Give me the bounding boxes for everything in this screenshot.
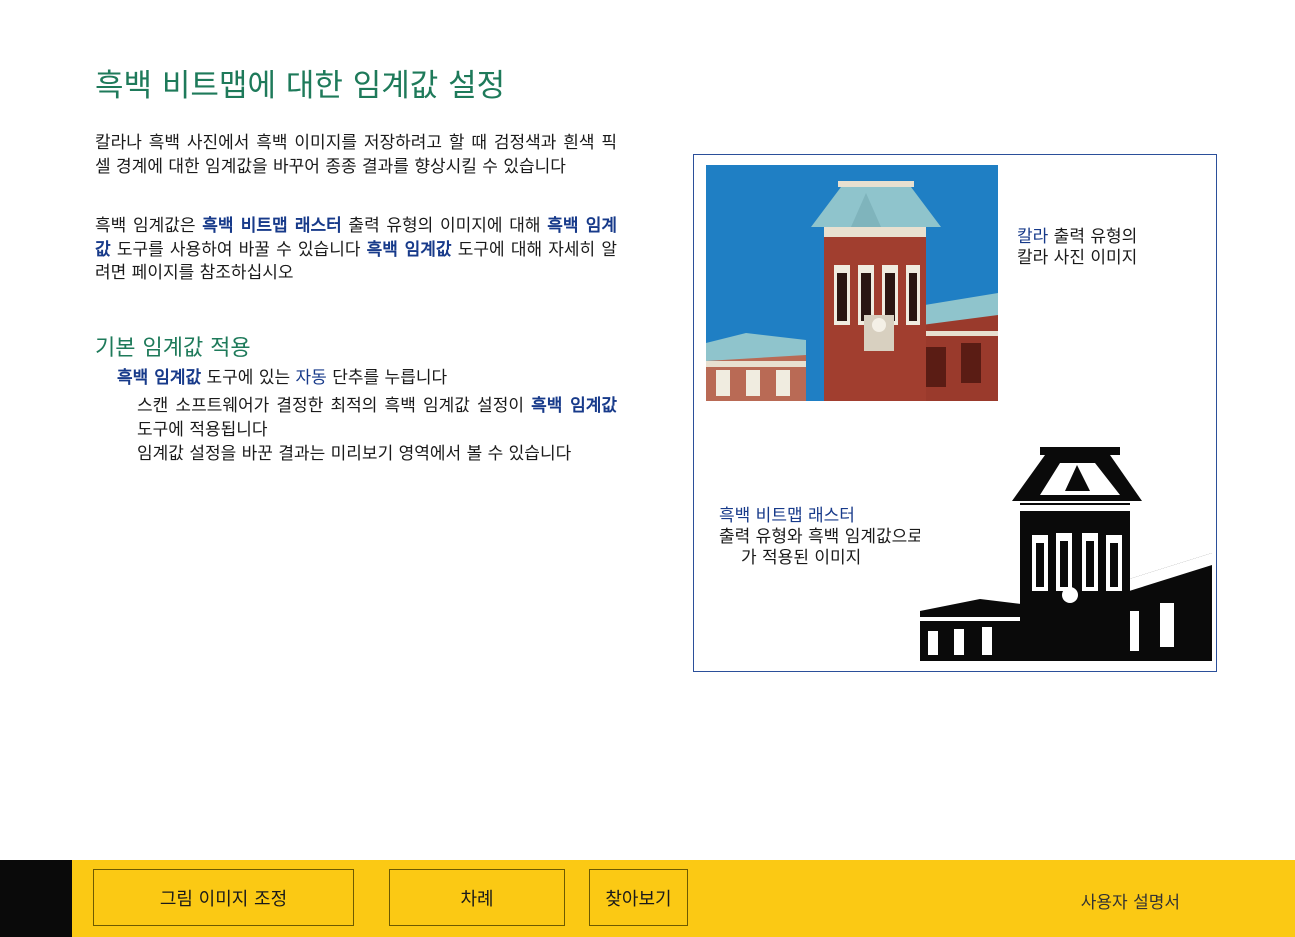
manual-label: 사용자 설명서 bbox=[1080, 893, 1180, 913]
contents-button[interactable]: 차례 bbox=[389, 869, 565, 926]
link-bw-threshold-3[interactable]: 흑백 임계값 bbox=[531, 396, 617, 416]
para-text: 흑백 임계값은 bbox=[95, 216, 203, 236]
caption-color-link[interactable]: 칼라 bbox=[1017, 227, 1048, 247]
footer-black-block bbox=[0, 860, 72, 937]
page-title: 흑백 비트맵에 대한 임계값 설정 bbox=[95, 68, 506, 104]
link-bw-bitmap-raster[interactable]: 흑백 비트맵 래스터 bbox=[202, 216, 342, 236]
step-text: 단추를 누릅니다 bbox=[326, 368, 448, 388]
index-button[interactable]: 찾아보기 bbox=[589, 869, 688, 926]
intro-paragraph: 칼라나 흑백 사진에서 흑백 이미지를 저장하려고 할 때 검정색과 흰색 픽셀… bbox=[95, 133, 617, 177]
section-heading: 기본 임계값 적용 bbox=[95, 336, 251, 361]
sub-item-1: 스캔 소프트웨어가 결정한 최적의 흑백 임계값 설정이 흑백 임계값 도구에 … bbox=[137, 395, 617, 442]
step-text: 도구에 있는 bbox=[201, 368, 296, 388]
para-text: 도구를 사용하여 바꿀 수 있습니다 bbox=[110, 239, 367, 260]
adjust-image-button[interactable]: 그림 이미지 조정 bbox=[93, 869, 354, 926]
sub-text: 스캔 소프트웨어가 결정한 최적의 흑백 임계값 설정이 bbox=[137, 396, 532, 416]
color-photo bbox=[706, 165, 998, 401]
caption-text: 가 적용된 이미지 bbox=[741, 548, 862, 568]
para-text: 출력 유형의 이미지에 대해 bbox=[341, 216, 548, 236]
sub-item-2: 임계값 설정을 바꾼 결과는 미리보기 영역에서 볼 수 있습니다 bbox=[137, 444, 572, 464]
caption-bw-link[interactable]: 흑백 비트맵 래스터 bbox=[719, 506, 855, 526]
comparison-figure: 칼라 출력 유형의 칼라 사진 이미지 흑백 비트맵 래스터 출력 유형와 흑백 임… bbox=[693, 154, 1217, 672]
bw-caption: 흑백 비트맵 래스터 출력 유형와 흑백 임계값으로 가 적용된 이미지 bbox=[719, 506, 923, 569]
color-caption: 칼라 출력 유형의 칼라 사진 이미지 bbox=[1017, 227, 1137, 269]
threshold-paragraph: 흑백 임계값은 흑백 비트맵 래스터 출력 유형의 이미지에 대해 흑백 임계값… bbox=[95, 215, 617, 286]
link-bw-threshold-2[interactable]: 흑백 임계값 bbox=[367, 240, 452, 260]
link-bw-threshold-tool[interactable]: 흑백 임계값 bbox=[117, 368, 201, 388]
bw-photo bbox=[920, 425, 1212, 661]
sub-text: 도구에 적용됩니다 bbox=[137, 419, 268, 440]
caption-text: 칼라 사진 이미지 bbox=[1017, 248, 1138, 268]
caption-text: 출력 유형와 흑백 임계값으로 bbox=[719, 527, 923, 547]
auto-button-ref: 자동 bbox=[295, 368, 327, 388]
footer-bar: 그림 이미지 조정 차례 찾아보기 사용자 설명서 bbox=[0, 860, 1295, 937]
caption-text: 출력 유형의 bbox=[1048, 227, 1138, 247]
step-item: 흑백 임계값 도구에 있는 자동 단추를 누릅니다 bbox=[117, 367, 447, 391]
